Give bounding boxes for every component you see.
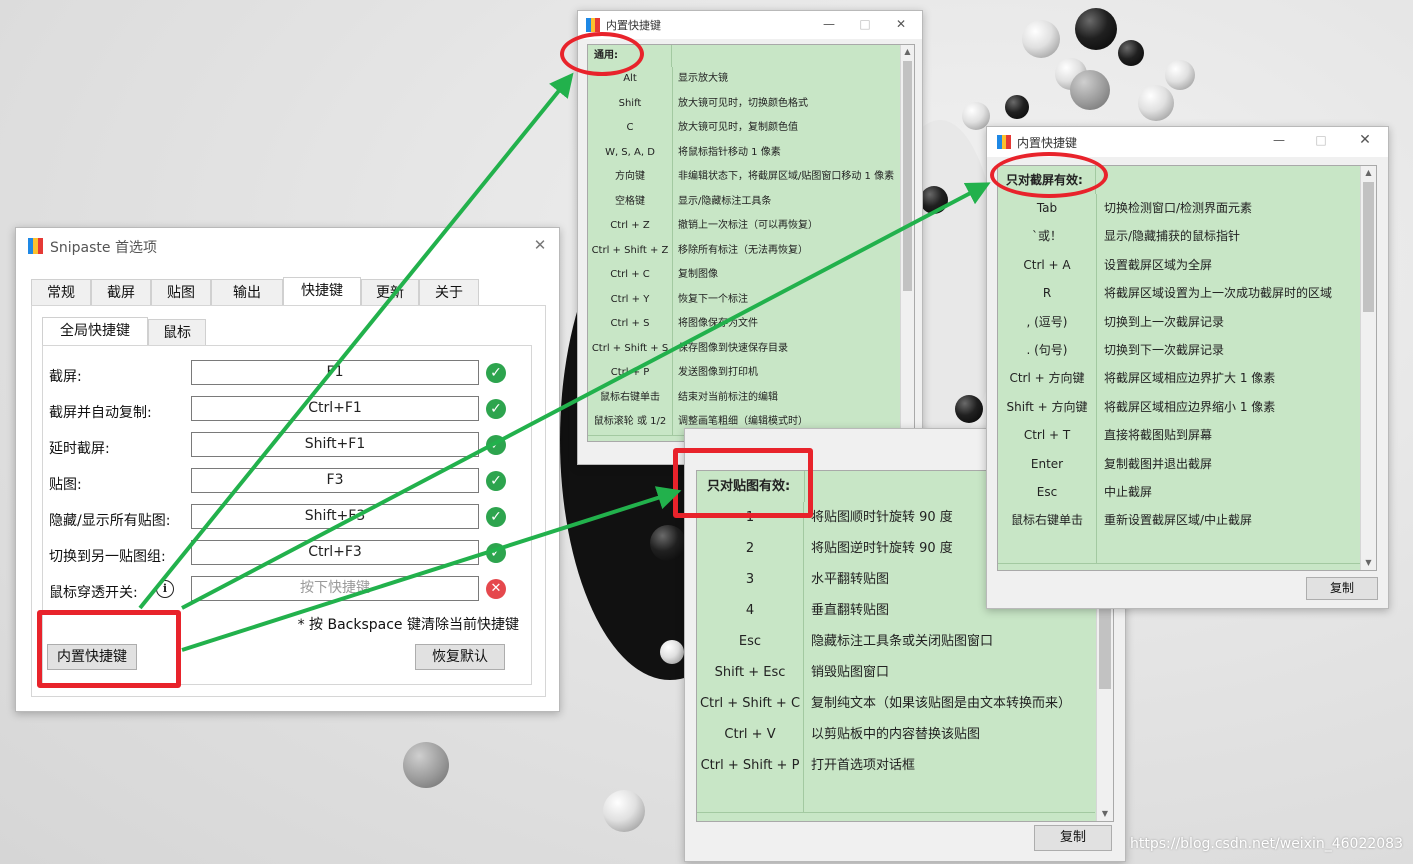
- annotation-arrow: [181, 486, 682, 652]
- annotation-arrow: [138, 72, 574, 610]
- watermark-text: https://blog.csdn.net/weixin_46022083: [1129, 836, 1403, 852]
- annotation-arrow: [181, 182, 991, 610]
- annotation-arrows: [138, 72, 991, 652]
